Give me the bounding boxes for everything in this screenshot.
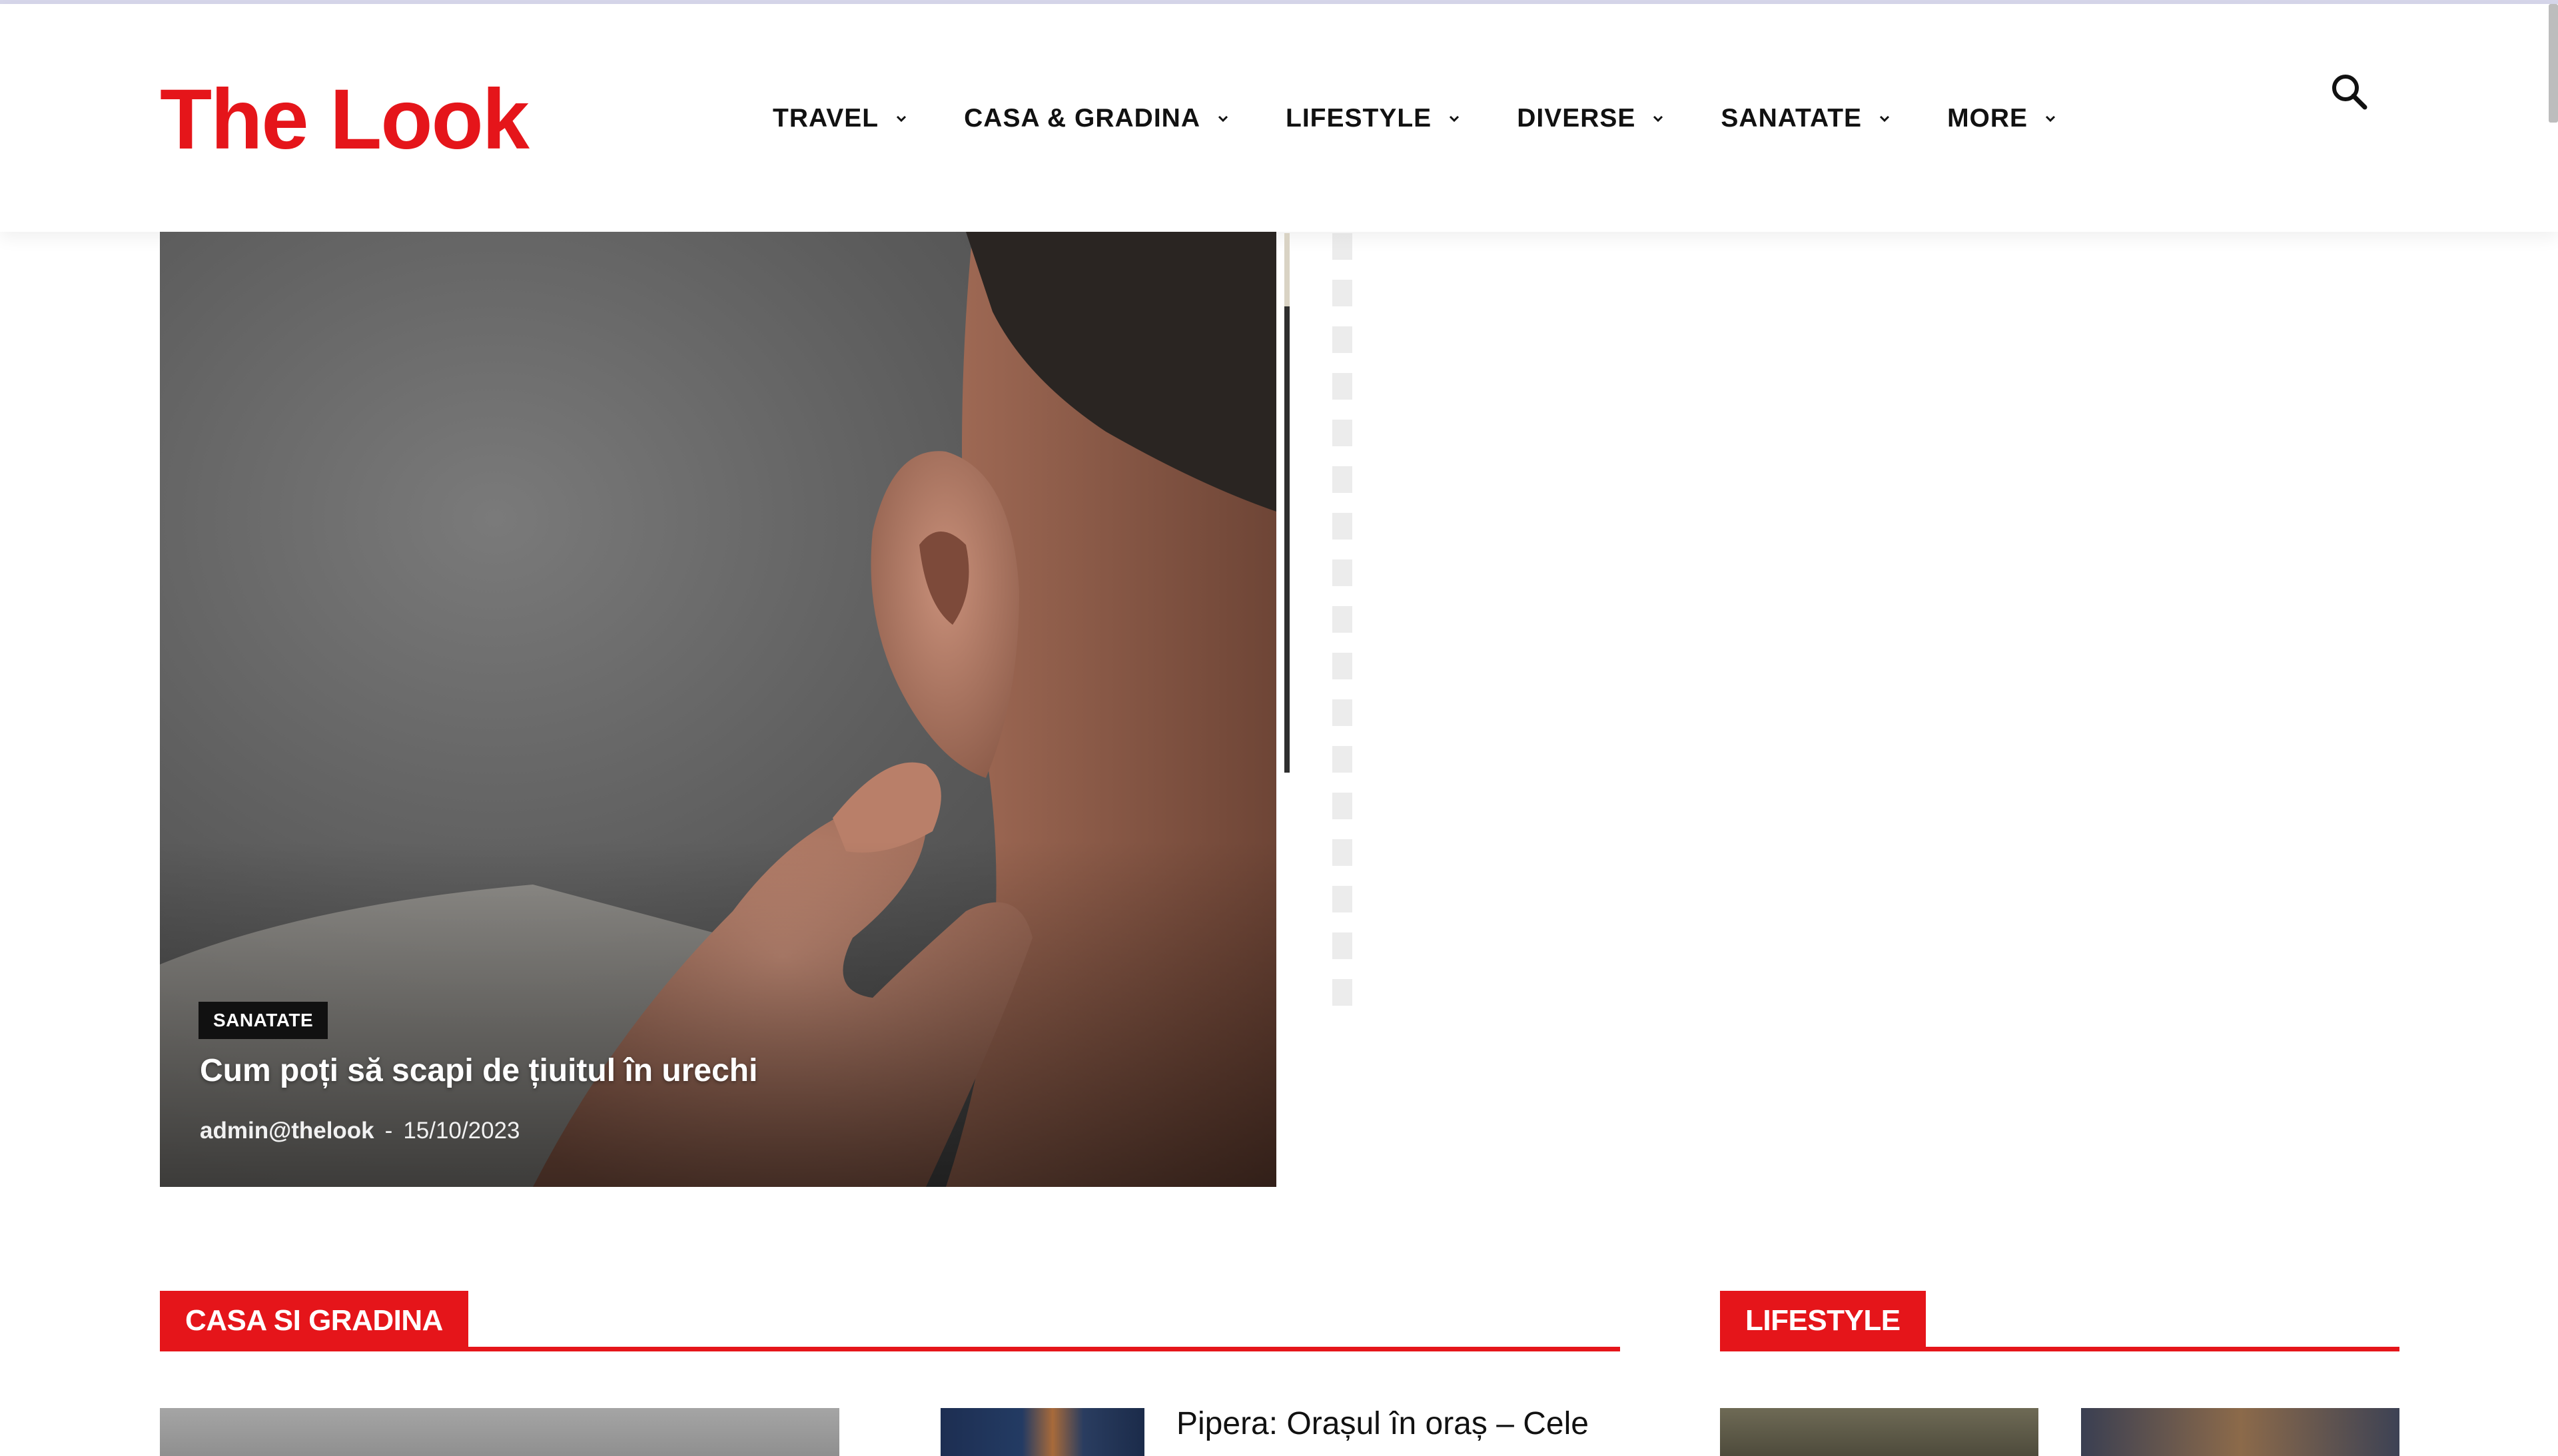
post-author[interactable]: admin@thelook [200,1118,374,1144]
section-heading[interactable]: CASA SI GRADINA [160,1291,468,1351]
category-badge[interactable]: SANATATE [199,1002,328,1039]
featured-post-title[interactable]: Cum poți să scapi de țiuitul în urechi [200,1052,757,1089]
post-thumbnail[interactable] [941,1408,1144,1456]
section-underline [160,1347,1620,1351]
featured-post[interactable]: SANATATE Cum poți să scapi de țiuitul în… [160,232,1276,1187]
chevron-down-icon [1653,115,1663,123]
section-heading[interactable]: LIFESTYLE [1720,1291,1926,1351]
main-navigation: TRAVEL CASA & GRADINA LIFESTYLE DIVERSE … [773,104,2058,133]
nav-item-casa-gradina[interactable]: CASA & GRADINA [964,104,1231,133]
chevron-down-icon [1218,115,1228,123]
post-title[interactable]: Pipera: Orașul în oraș – Cele [1176,1405,1589,1442]
post-thumbnail[interactable] [2081,1408,2399,1456]
chevron-down-icon [897,115,907,123]
nav-item-label: CASA & GRADINA [964,104,1200,133]
chevron-down-icon [1880,115,1890,123]
sidebar-divider-accent [1284,233,1290,306]
faded-vertical-text [1332,233,1352,1026]
nav-item-label: LIFESTYLE [1286,104,1432,133]
nav-item-label: SANATATE [1721,104,1863,133]
chevron-down-icon [2046,115,2056,123]
nav-item-label: DIVERSE [1517,104,1636,133]
section-lifestyle: LIFESTYLE [1720,1291,2399,1357]
section-underline [1720,1347,2399,1351]
nav-item-more[interactable]: MORE [1947,104,2058,133]
site-logo[interactable]: The Look [160,71,530,169]
post-date: 15/10/2023 [403,1118,520,1144]
nav-item-travel[interactable]: TRAVEL [773,104,909,133]
chevron-down-icon [1450,115,1460,123]
nav-item-label: TRAVEL [773,104,879,133]
post-thumbnail[interactable] [1720,1408,2038,1456]
featured-post-meta: admin@thelook - 15/10/2023 [200,1118,520,1144]
meta-separator: - [384,1118,393,1144]
nav-item-sanatate[interactable]: SANATATE [1721,104,1893,133]
sidebar-divider [1284,233,1290,773]
search-icon[interactable] [2328,71,2369,112]
post-thumbnail[interactable] [160,1408,839,1456]
nav-item-lifestyle[interactable]: LIFESTYLE [1286,104,1462,133]
section-casa-si-gradina: CASA SI GRADINA [160,1291,1620,1357]
nav-item-label: MORE [1947,104,2028,133]
site-header: The Look TRAVEL CASA & GRADINA LIFESTYLE… [0,4,2558,232]
nav-item-diverse[interactable]: DIVERSE [1517,104,1666,133]
scrollbar-thumb[interactable] [2549,4,2558,123]
